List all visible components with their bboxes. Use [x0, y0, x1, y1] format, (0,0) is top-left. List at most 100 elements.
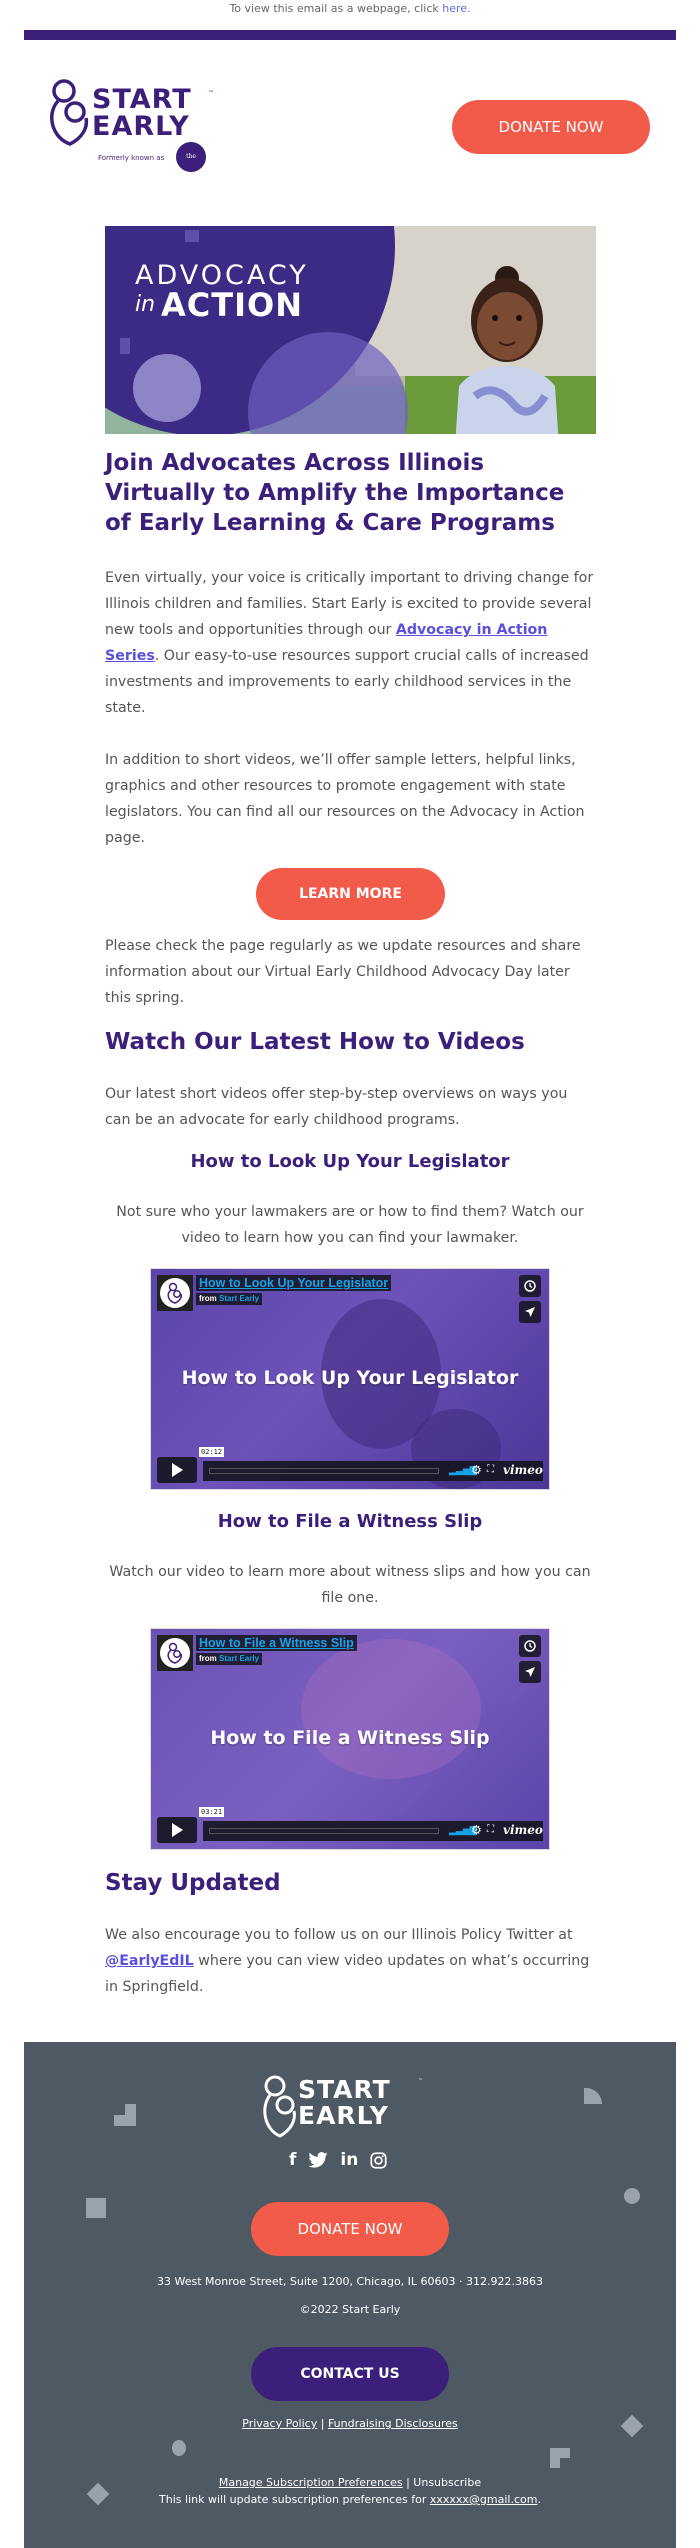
fullscreen-icon[interactable]: ⛶ [487, 1824, 494, 1835]
start-early-logo-mark-icon [167, 1282, 182, 1304]
settings-gear-icon[interactable]: ⚙ [471, 1463, 482, 1477]
preheader: To view this email as a webpage, click h… [0, 0, 700, 20]
period: . [537, 2493, 541, 2506]
video-from-label: from Start Early [196, 1293, 263, 1305]
video-channel-link[interactable]: Start Early [219, 1294, 259, 1303]
video-progress-bar[interactable] [209, 1468, 439, 1474]
contact-us-button[interactable]: CONTACT US [251, 2347, 449, 2401]
view-webpage-link[interactable]: here. [442, 2, 470, 15]
video-2-description-wrap: Watch our video to learn more about witn… [105, 1559, 595, 1611]
linkedin-icon[interactable]: in [340, 2150, 358, 2170]
videos-section-heading-wrap: Watch Our Latest How to Videos [105, 1027, 595, 1057]
video-control-bar: ▂▃▅▇ ⚙ ⛶ vimeo [203, 1821, 543, 1841]
video-from-word: from [199, 1294, 217, 1303]
ounce-badge: the Ounce [176, 142, 206, 190]
videos-heading: Watch Our Latest How to Videos [105, 1029, 525, 1055]
start-early-logo-mark-icon [263, 2075, 296, 2138]
videos-intro-wrap: Our latest short videos offer step-by-st… [105, 1081, 595, 1133]
main-heading: Join Advocates Across Illinois Virtually… [105, 450, 565, 536]
privacy-policy-link[interactable]: Privacy Policy [242, 2417, 317, 2430]
intro-paragraph-3: Please check the page regularly as we up… [105, 933, 595, 1011]
footer-decor-l-shape [114, 2104, 136, 2126]
footer-address: 33 West Monroe Street, Suite 1200, Chica… [156, 2275, 544, 2288]
fullscreen-icon[interactable]: ⛶ [487, 1464, 494, 1475]
stay-updated-heading: Stay Updated [105, 1870, 281, 1896]
video-player-witness-slip[interactable]: How to File a Witness Slip from Start Ea… [150, 1628, 550, 1850]
video-2-heading: How to File a Witness Slip [217, 1511, 483, 1532]
play-button[interactable] [157, 1817, 197, 1843]
footer-decor-l-shape-2 [550, 2448, 570, 2468]
preheader-text: To view this email as a webpage, click [229, 2, 443, 15]
learn-more-button[interactable]: LEARN MORE [256, 868, 445, 920]
intro-p3-text: Please check the page regularly as we up… [105, 938, 581, 1006]
video-title-link[interactable]: How to Look Up Your Legislator [196, 1275, 392, 1291]
video-1-description-wrap: Not sure who your lawmakers are or how t… [105, 1199, 595, 1251]
footer-logo-tm: ™ [418, 2078, 423, 2084]
footer: START ™ EARLY f in DONATE NOW 33 West Mo… [24, 2042, 676, 2548]
watch-later-button[interactable] [519, 1275, 541, 1297]
video-overlay-title: How to File a Witness Slip [210, 1727, 490, 1749]
facebook-icon[interactable]: f [289, 2150, 296, 2170]
footer-decor-circle [624, 2188, 640, 2204]
video-channel-link[interactable]: Start Early [219, 1654, 259, 1663]
footer-donate-button[interactable]: DONATE NOW [251, 2202, 449, 2256]
link-separator: | [317, 2417, 328, 2430]
subscriber-email-link[interactable]: xxxxxx@gmail.com [430, 2493, 538, 2506]
intro-p1-text-after: . Our easy-to-use resources support cruc… [105, 648, 589, 716]
footer-decor-quarter [584, 2088, 602, 2104]
video-from-label: from Start Early [196, 1653, 263, 1665]
video-overlay-title: How to Look Up Your Legislator [181, 1367, 519, 1389]
stay-updated-paragraph: We also encourage you to follow us on ou… [105, 1922, 595, 2000]
footer-logo-start: START [298, 2075, 391, 2104]
hero-lavender-circle [133, 354, 201, 422]
manage-subscription-link[interactable]: Manage Subscription Preferences [219, 2476, 403, 2489]
logo-tm: ™ [208, 90, 214, 97]
video-1-heading-wrap: How to Look Up Your Legislator [105, 1150, 595, 1174]
logo-start-text: START [92, 84, 192, 115]
vimeo-logo[interactable]: vimeo [503, 1823, 543, 1837]
top-accent-bar [24, 30, 676, 40]
intro-section: Join Advocates Across Illinois Virtually… [105, 448, 595, 538]
fundraising-disclosures-link[interactable]: Fundraising Disclosures [328, 2417, 458, 2430]
instagram-icon[interactable] [370, 2151, 387, 2169]
twitter-handle-link[interactable]: @EarlyEdIL [105, 1953, 194, 1969]
settings-gear-icon[interactable]: ⚙ [471, 1823, 482, 1837]
video-title-link[interactable]: How to File a Witness Slip [196, 1635, 357, 1651]
video-duration: 02:12 [199, 1447, 225, 1457]
paper-plane-icon [525, 1667, 535, 1677]
footer-decor-circle-2 [172, 2440, 186, 2456]
video-from-word: from [199, 1654, 217, 1663]
play-button[interactable] [157, 1457, 197, 1483]
video-player-legislator[interactable]: How to Look Up Your Legislator from Star… [150, 1268, 550, 1490]
play-icon [172, 1823, 183, 1837]
hero-in-text: in [135, 292, 156, 317]
donate-now-button[interactable]: DONATE NOW [452, 100, 650, 154]
unsubscribe-link[interactable]: Unsubscribe [413, 2476, 481, 2489]
share-button[interactable] [519, 1301, 541, 1323]
vimeo-logo[interactable]: vimeo [503, 1463, 543, 1477]
share-button[interactable] [519, 1661, 541, 1683]
hero-decor-square [185, 230, 199, 242]
footer-legal-links: Privacy Policy | Fundraising Disclosures [24, 2416, 676, 2432]
footer-logo[interactable]: START ™ EARLY [262, 2074, 442, 2140]
video-thumbnail-figure [301, 1639, 481, 1779]
watch-later-button[interactable] [519, 1635, 541, 1657]
paper-plane-icon [525, 1307, 535, 1317]
stay-updated-text: We also encourage you to follow us on ou… [105, 1927, 573, 1943]
play-icon [172, 1463, 183, 1477]
video-progress-bar[interactable] [209, 1828, 439, 1834]
subscription-notice: This link will update subscription prefe… [159, 2493, 430, 2506]
video-1-description: Not sure who your lawmakers are or how t… [116, 1204, 584, 1246]
advocacy-in-action-hero-image[interactable]: ADVOCACY in ACTION [105, 226, 596, 434]
videos-intro-text: Our latest short videos offer step-by-st… [105, 1086, 568, 1128]
start-early-logo[interactable]: START ™ EARLY Formerly known as the Ounc… [48, 78, 218, 190]
channel-avatar[interactable] [157, 1635, 193, 1671]
twitter-icon[interactable] [308, 2152, 329, 2168]
video-1-heading: How to Look Up Your Legislator [190, 1151, 510, 1172]
channel-avatar[interactable] [157, 1275, 193, 1311]
footer-copyright: ©2022 Start Early [299, 2303, 401, 2316]
video-2-description: Watch our video to learn more about witn… [109, 1564, 591, 1606]
child-photo [455, 266, 559, 434]
video-2-heading-wrap: How to File a Witness Slip [105, 1510, 595, 1534]
clock-icon [524, 1640, 536, 1652]
